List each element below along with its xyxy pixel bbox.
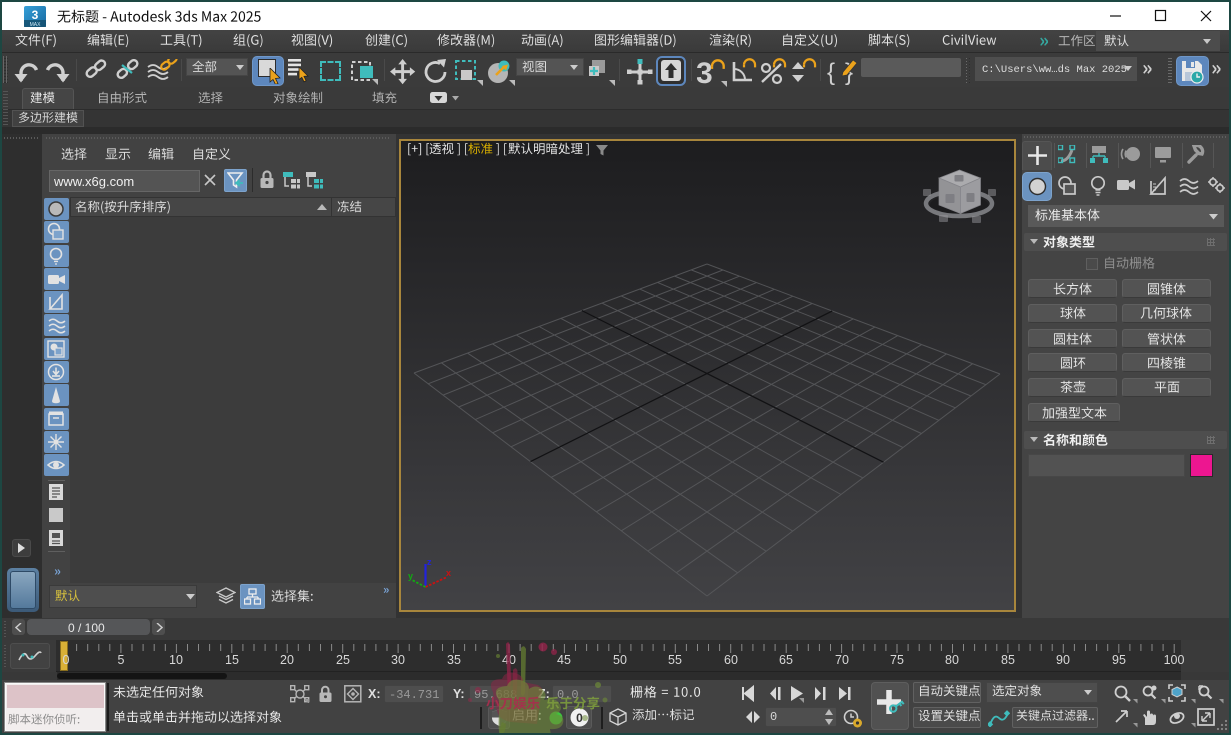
svg-text:z: z [427,557,432,567]
svg-text:3: 3 [32,8,39,22]
svg-text:MAX: MAX [30,22,42,27]
svg-text:y: y [408,571,413,581]
svg-text:x: x [446,568,451,578]
svg-text:3: 3 [697,57,713,87]
svg-text:{: { [827,59,835,86]
